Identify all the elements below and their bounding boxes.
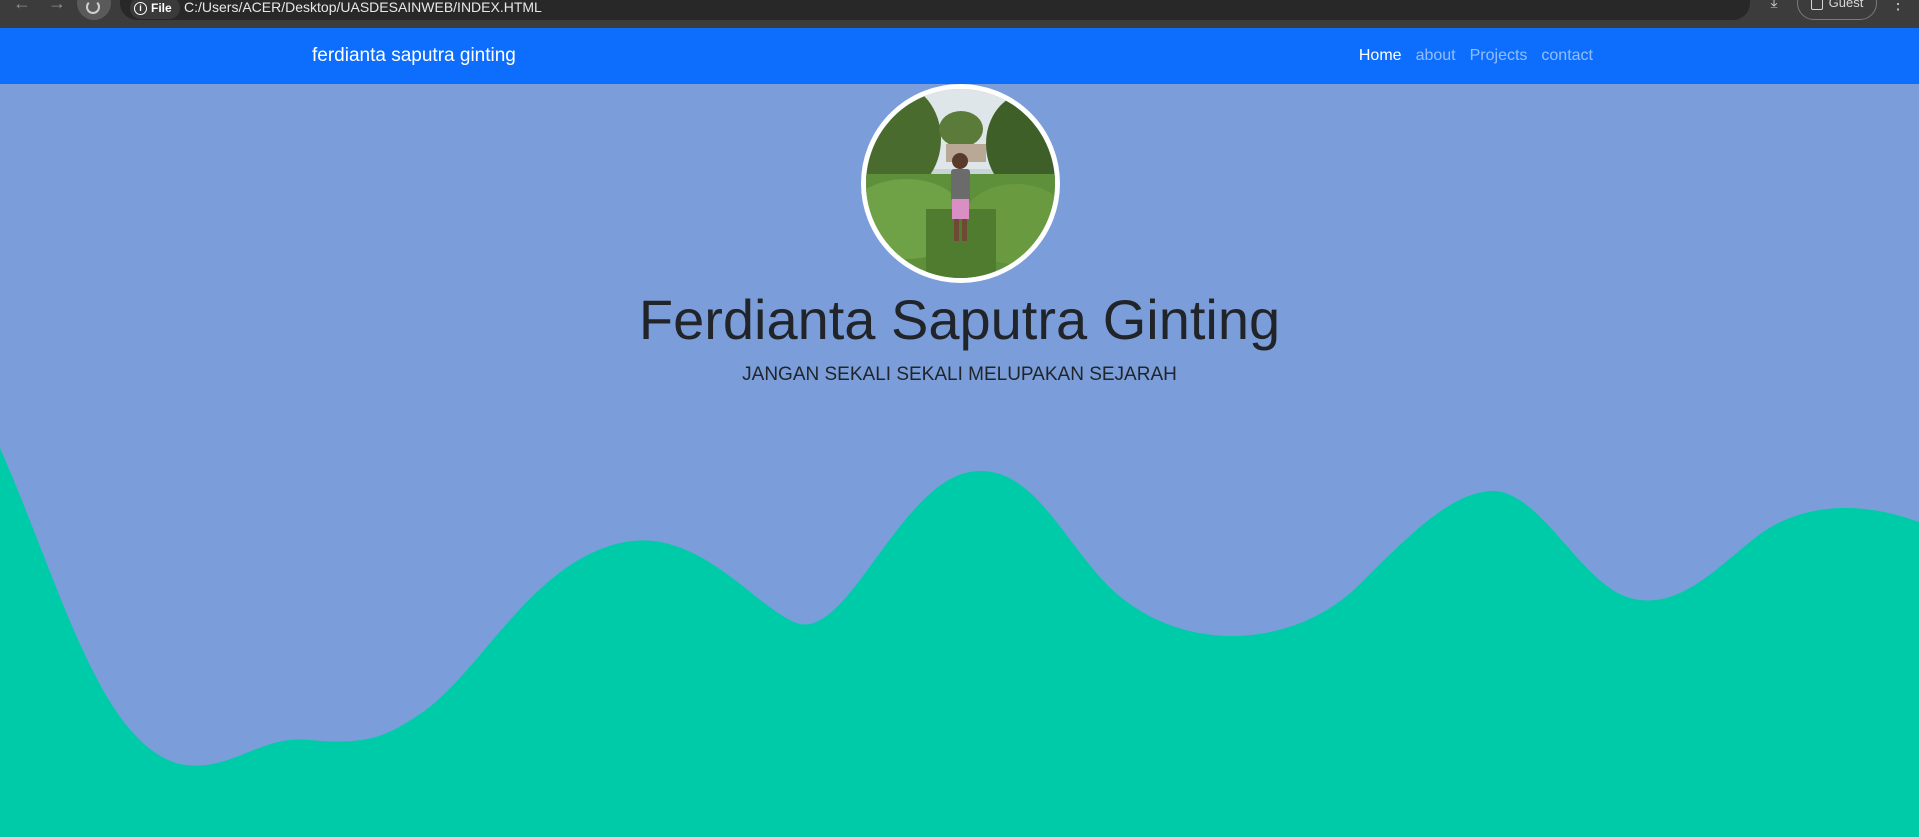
profile-label: Guest (1828, 0, 1864, 10)
browser-toolbar: ← → i File C:/Users/ACER/Desktop/UASDESA… (0, 0, 1919, 28)
address-bar[interactable]: i File C:/Users/ACER/Desktop/UASDESAINWE… (120, 0, 1750, 20)
site-info-chip[interactable]: i File (130, 0, 180, 19)
nav-link-contact[interactable]: contact (1534, 46, 1600, 66)
profile-photo (861, 84, 1060, 283)
file-label: File (151, 1, 172, 15)
hero-section: Ferdianta Saputra Ginting JANGAN SEKALI … (0, 84, 1919, 837)
navbar-brand[interactable]: ferdianta saputra ginting (312, 45, 516, 67)
hero-title: Ferdianta Saputra Ginting (638, 288, 1281, 351)
nav-link-about[interactable]: about (1409, 46, 1463, 66)
forward-icon[interactable]: → (43, 0, 71, 20)
url-text[interactable]: C:/Users/ACER/Desktop/UASDESAINWEB/INDEX… (184, 0, 542, 17)
reload-icon (86, 0, 100, 14)
reload-button[interactable] (77, 0, 111, 20)
nav-link-home[interactable]: Home (1352, 46, 1409, 66)
person-icon (1810, 0, 1823, 10)
nav-links: Home about Projects contact (1352, 46, 1600, 66)
navbar: ferdianta saputra ginting Home about Pro… (0, 28, 1919, 84)
info-icon: i (134, 1, 147, 15)
more-menu-icon[interactable]: ⋮ (1890, 0, 1906, 14)
back-icon[interactable]: ← (8, 0, 36, 20)
nav-link-projects[interactable]: Projects (1463, 46, 1535, 66)
profile-button[interactable]: Guest (1797, 0, 1877, 20)
hero-subtitle: JANGAN SEKALI SEKALI MELUPAKAN SEJARAH (742, 364, 1177, 385)
download-icon[interactable]: ⤓ (1764, 0, 1784, 14)
